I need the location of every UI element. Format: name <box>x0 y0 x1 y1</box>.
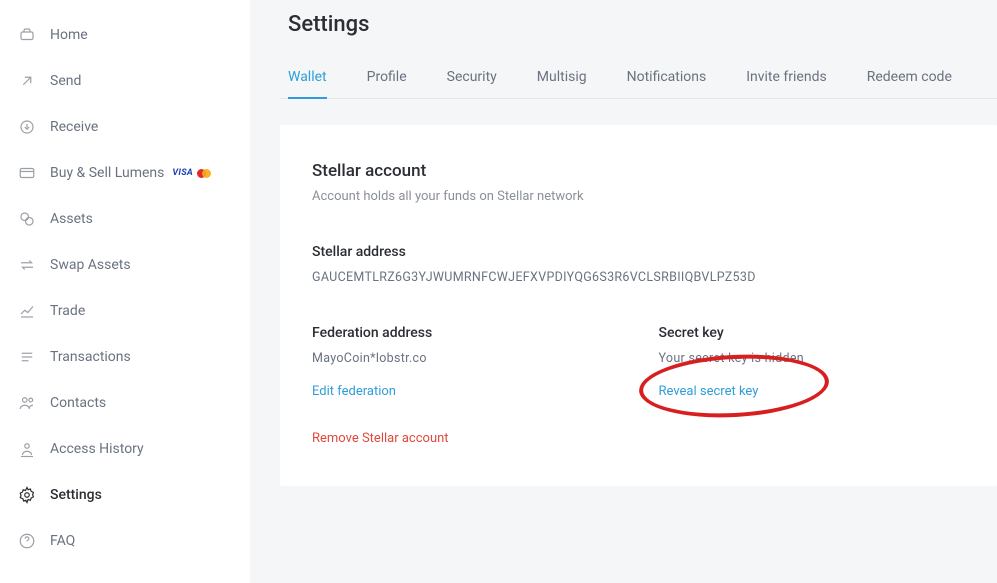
sidebar-item-label: FAQ <box>50 533 75 549</box>
sidebar-item-label: Send <box>50 73 81 89</box>
sidebar-item-label: Swap Assets <box>50 257 131 273</box>
tab-multisig[interactable]: Multisig <box>537 61 587 99</box>
sidebar-item-trade[interactable]: Trade <box>0 288 250 334</box>
stellar-address-block: Stellar address GAUCEMTLRZ6G3YJWUMRNFCWJ… <box>312 244 965 285</box>
receive-icon <box>18 118 36 136</box>
contacts-icon <box>18 394 36 412</box>
sidebar-item-settings[interactable]: Settings <box>0 472 250 518</box>
federation-label: Federation address <box>312 325 619 341</box>
swap-icon <box>18 256 36 274</box>
wallet-panel: Stellar account Account holds all your f… <box>280 125 997 486</box>
sidebar-item-label: Contacts <box>50 395 106 411</box>
tab-profile[interactable]: Profile <box>367 61 407 99</box>
sidebar-item-transactions[interactable]: Transactions <box>0 334 250 380</box>
history-icon <box>18 440 36 458</box>
home-icon <box>18 26 36 44</box>
sidebar-item-label: Home <box>50 27 88 43</box>
sidebar-item-label: Transactions <box>50 349 131 365</box>
tab-redeem-code[interactable]: Redeem code <box>867 61 952 99</box>
sidebar-item-assets[interactable]: Assets <box>0 196 250 242</box>
sidebar-item-label: Assets <box>50 211 93 227</box>
trade-icon <box>18 302 36 320</box>
edit-federation-link[interactable]: Edit federation <box>312 384 396 399</box>
sidebar-item-buy-sell[interactable]: Buy & Sell Lumens VISA <box>0 150 250 196</box>
transactions-icon <box>18 348 36 366</box>
tab-notifications[interactable]: Notifications <box>627 61 707 99</box>
stellar-account-heading: Stellar account <box>312 161 965 181</box>
reveal-secret-key-link[interactable]: Reveal secret key <box>659 384 759 399</box>
sidebar-item-label: Settings <box>50 487 102 503</box>
federation-block: Federation address MayoCoin*lobstr.co Ed… <box>312 325 619 399</box>
assets-icon <box>18 210 36 228</box>
sidebar-item-label: Trade <box>50 303 85 319</box>
sidebar-item-home[interactable]: Home <box>0 12 250 58</box>
secret-key-value: Your secret key is hidden <box>659 351 966 366</box>
sidebar-item-swap[interactable]: Swap Assets <box>0 242 250 288</box>
secret-key-label: Secret key <box>659 325 966 341</box>
sidebar-item-label: Receive <box>50 119 98 135</box>
visa-badge: VISA <box>172 168 193 178</box>
mastercard-badge <box>197 169 211 178</box>
sidebar-item-contacts[interactable]: Contacts <box>0 380 250 426</box>
federation-value: MayoCoin*lobstr.co <box>312 351 619 366</box>
sidebar-item-faq[interactable]: FAQ <box>0 518 250 564</box>
stellar-address-label: Stellar address <box>312 244 965 260</box>
send-icon <box>18 72 36 90</box>
tab-invite-friends[interactable]: Invite friends <box>746 61 827 99</box>
faq-icon <box>18 532 36 550</box>
sidebar-item-receive[interactable]: Receive <box>0 104 250 150</box>
secret-key-block: Secret key Your secret key is hidden Rev… <box>659 325 966 399</box>
sidebar: Home Send Receive Buy & Sell Lumens VISA… <box>0 0 250 583</box>
sidebar-item-send[interactable]: Send <box>0 58 250 104</box>
stellar-account-subheading: Account holds all your funds on Stellar … <box>312 189 965 204</box>
settings-tabs: Wallet Profile Security Multisig Notific… <box>280 61 997 99</box>
sidebar-item-access-history[interactable]: Access History <box>0 426 250 472</box>
settings-icon <box>18 486 36 504</box>
main-content: Settings Wallet Profile Security Multisi… <box>250 0 997 583</box>
page-title: Settings <box>288 12 997 37</box>
sidebar-item-label: Access History <box>50 441 144 457</box>
stellar-address-value: GAUCEMTLRZ6G3YJWUMRNFCWJEFXVPDIYQG6S3R6V… <box>312 270 965 285</box>
remove-stellar-account-link[interactable]: Remove Stellar account <box>312 431 449 446</box>
card-icon <box>18 164 36 182</box>
tab-security[interactable]: Security <box>447 61 497 99</box>
sidebar-item-label: Buy & Sell Lumens <box>50 165 164 181</box>
tab-wallet[interactable]: Wallet <box>288 61 327 99</box>
card-badges: VISA <box>172 168 211 178</box>
